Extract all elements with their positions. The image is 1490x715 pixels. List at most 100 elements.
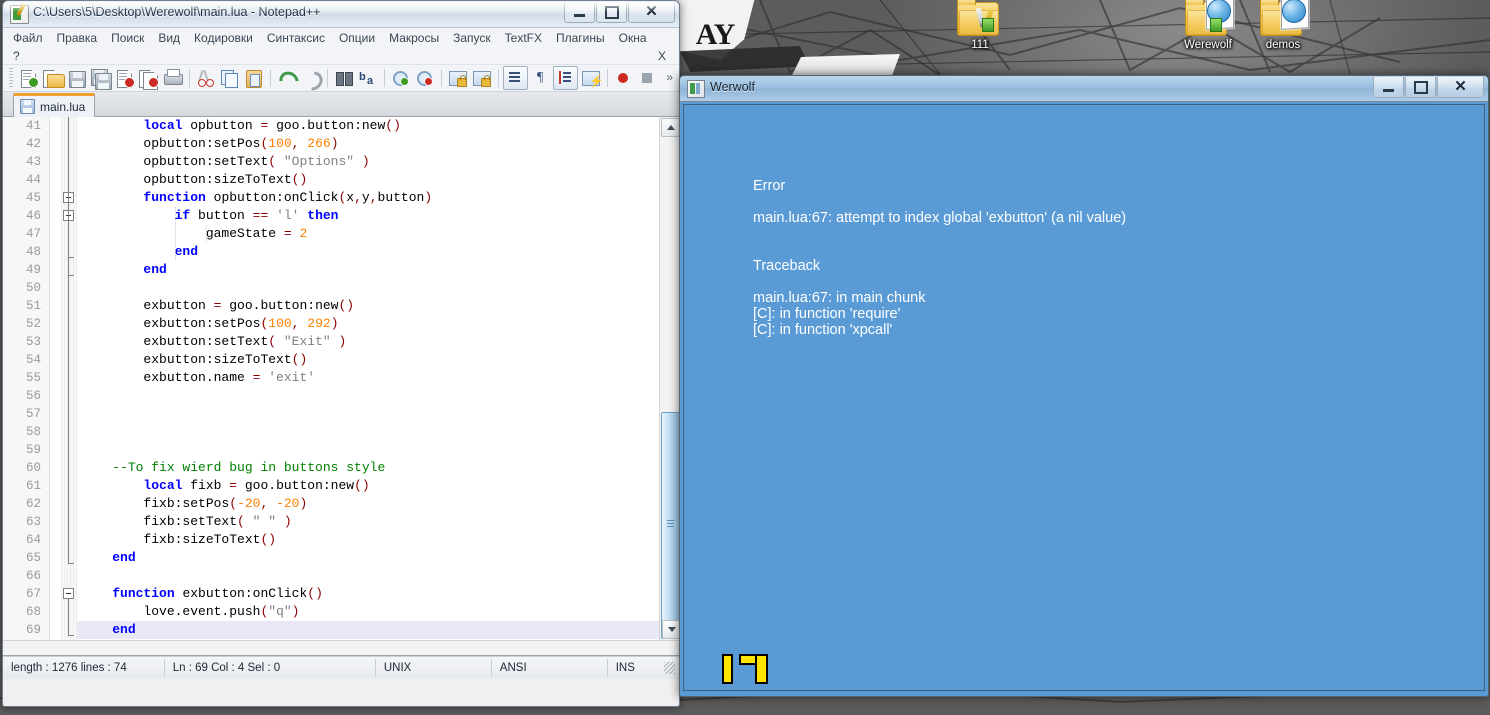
- notepad-titlebar[interactable]: C:\Users\5\Desktop\Werewolf\main.lua - N…: [3, 1, 679, 28]
- code-line[interactable]: 43 opbutton:setText( "Options" ): [3, 153, 659, 171]
- word-wrap-icon[interactable]: [503, 66, 528, 90]
- code-line[interactable]: 54 exbutton:sizeToText(): [3, 351, 659, 369]
- paste-icon[interactable]: [242, 67, 265, 89]
- code-line[interactable]: 65 end: [3, 549, 659, 567]
- scrollbar-thumb[interactable]: [661, 412, 679, 639]
- show-symbols-icon[interactable]: ¶: [529, 67, 552, 89]
- menu-settings[interactable]: Опции: [332, 31, 382, 45]
- toolbar-overflow-button[interactable]: »: [666, 70, 673, 84]
- notepad-tabbar[interactable]: main.lua: [3, 92, 679, 117]
- code-line[interactable]: 62 fixb:setPos(-20, -20): [3, 495, 659, 513]
- code-line[interactable]: 69 end: [3, 621, 659, 639]
- code-line[interactable]: 46 if button == 'l' then: [3, 207, 659, 225]
- code-line[interactable]: 41 local opbutton = goo.button:new(): [3, 117, 659, 135]
- code-line[interactable]: 49 end: [3, 261, 659, 279]
- code-text[interactable]: love.event.push("q"): [81, 603, 299, 621]
- show-indent-guide-icon[interactable]: [553, 66, 578, 90]
- code-text[interactable]: fixb:setPos(-20, -20): [81, 495, 307, 513]
- game-titlebar[interactable]: Werwolf ✕: [680, 76, 1488, 102]
- user-defined-dialog-icon[interactable]: ⚡: [579, 67, 604, 89]
- desktop-icon-werewolf[interactable]: Werewolf: [1166, 0, 1250, 52]
- close-file-icon[interactable]: [113, 67, 136, 89]
- code-text[interactable]: fixb:sizeToText(): [81, 531, 276, 549]
- menu-edit[interactable]: Правка: [50, 31, 105, 45]
- close-button[interactable]: ✕: [628, 2, 675, 23]
- code-line[interactable]: 50: [3, 279, 659, 297]
- redo-icon[interactable]: [299, 67, 327, 95]
- code-text[interactable]: --To fix wierd bug in buttons style: [81, 459, 385, 477]
- close-all-icon[interactable]: [137, 67, 160, 90]
- copy-icon[interactable]: [218, 67, 241, 89]
- code-text[interactable]: exbutton = goo.button:new(): [81, 297, 354, 315]
- replace-icon[interactable]: ba: [356, 67, 379, 89]
- code-line[interactable]: 59: [3, 441, 659, 459]
- code-line[interactable]: 52 exbutton:setPos(100, 292): [3, 315, 659, 333]
- code-line[interactable]: 60 --To fix wierd bug in buttons style: [3, 459, 659, 477]
- code-text[interactable]: function opbutton:onClick(x,y,button): [81, 189, 432, 207]
- menu-view[interactable]: Вид: [151, 31, 187, 45]
- code-text[interactable]: function exbutton:onClick(): [81, 585, 323, 603]
- minimize-button[interactable]: [1373, 77, 1404, 98]
- code-line[interactable]: 67 function exbutton:onClick(): [3, 585, 659, 603]
- resize-grip[interactable]: [664, 662, 675, 674]
- maximize-button[interactable]: [596, 2, 627, 23]
- code-line[interactable]: 48 end: [3, 243, 659, 261]
- code-text[interactable]: exbutton:setPos(100, 292): [81, 315, 338, 333]
- menu-file[interactable]: Файл: [9, 31, 50, 45]
- werwolf-game-window[interactable]: Werwolf ✕ Error main.lua:67: attempt to …: [679, 75, 1489, 697]
- open-file-icon[interactable]: [41, 67, 65, 89]
- notepad-plus-plus-window[interactable]: C:\Users\5\Desktop\Werewolf\main.lua - N…: [2, 0, 680, 707]
- menu-search[interactable]: Поиск: [104, 31, 151, 45]
- code-text[interactable]: gameState = 2: [81, 225, 307, 243]
- desktop-icon-111[interactable]: 111: [938, 0, 1022, 52]
- code-line[interactable]: 64 fixb:sizeToText(): [3, 531, 659, 549]
- menu-close-doc[interactable]: X: [651, 49, 673, 63]
- new-file-icon[interactable]: [17, 67, 40, 89]
- tab-main-lua[interactable]: main.lua: [13, 93, 96, 117]
- code-line[interactable]: 45 function opbutton:onClick(x,y,button): [3, 189, 659, 207]
- zoom-out-icon[interactable]: [413, 67, 436, 89]
- editor-horizontal-scrollbar[interactable]: [3, 640, 679, 655]
- toolbar-grip[interactable]: [9, 68, 13, 88]
- code-text[interactable]: if button == 'l' then: [81, 207, 339, 225]
- maximize-button[interactable]: [1405, 77, 1436, 98]
- code-text[interactable]: opbutton:setText( "Options" ): [81, 153, 369, 171]
- notepad-menubar[interactable]: Файл Правка Поиск Вид Кодировки Синтакси…: [3, 28, 679, 65]
- code-line[interactable]: 56: [3, 387, 659, 405]
- minimize-button[interactable]: [564, 2, 595, 23]
- menu-macro[interactable]: Макросы: [382, 31, 446, 45]
- stop-macro-icon[interactable]: [636, 67, 659, 89]
- menu-language[interactable]: Синтаксис: [260, 31, 332, 45]
- desktop-icon-demos[interactable]: demos: [1241, 0, 1325, 52]
- code-line[interactable]: 53 exbutton:setText( "Exit" ): [3, 333, 659, 351]
- code-line[interactable]: 58: [3, 423, 659, 441]
- record-macro-icon[interactable]: [612, 67, 635, 89]
- code-text[interactable]: end: [81, 549, 135, 567]
- code-line[interactable]: 66: [3, 567, 659, 585]
- undo-icon[interactable]: [275, 67, 303, 95]
- code-text[interactable]: opbutton:sizeToText(): [81, 171, 307, 189]
- zoom-in-icon[interactable]: [389, 67, 412, 89]
- code-line[interactable]: 51 exbutton = goo.button:new(): [3, 297, 659, 315]
- code-line[interactable]: 47 gameState = 2: [3, 225, 659, 243]
- menu-encoding[interactable]: Кодировки: [187, 31, 260, 45]
- code-text[interactable]: exbutton.name = 'exit': [81, 369, 315, 387]
- code-line[interactable]: 57: [3, 405, 659, 423]
- code-line[interactable]: 55 exbutton.name = 'exit': [3, 369, 659, 387]
- menu-help[interactable]: ?: [9, 49, 27, 63]
- menu-run[interactable]: Запуск: [446, 31, 498, 45]
- code-line[interactable]: 61 local fixb = goo.button:new(): [3, 477, 659, 495]
- menu-textfx[interactable]: TextFX: [498, 31, 549, 45]
- code-line[interactable]: 42 opbutton:setPos(100, 266): [3, 135, 659, 153]
- menu-plugins[interactable]: Плагины: [549, 31, 612, 45]
- save-icon[interactable]: [65, 67, 88, 89]
- fold-collapse-icon[interactable]: [63, 588, 74, 599]
- code-text[interactable]: end: [81, 261, 166, 279]
- code-text[interactable]: end: [81, 243, 198, 261]
- sync-vertical-icon[interactable]: [446, 67, 469, 89]
- close-button[interactable]: ✕: [1437, 77, 1484, 98]
- sync-horizontal-icon[interactable]: [470, 67, 493, 89]
- code-line[interactable]: 68 love.event.push("q"): [3, 603, 659, 621]
- editor-area[interactable]: 41 local opbutton = goo.button:new() 42 o…: [3, 117, 679, 656]
- scroll-down-button[interactable]: [662, 620, 679, 639]
